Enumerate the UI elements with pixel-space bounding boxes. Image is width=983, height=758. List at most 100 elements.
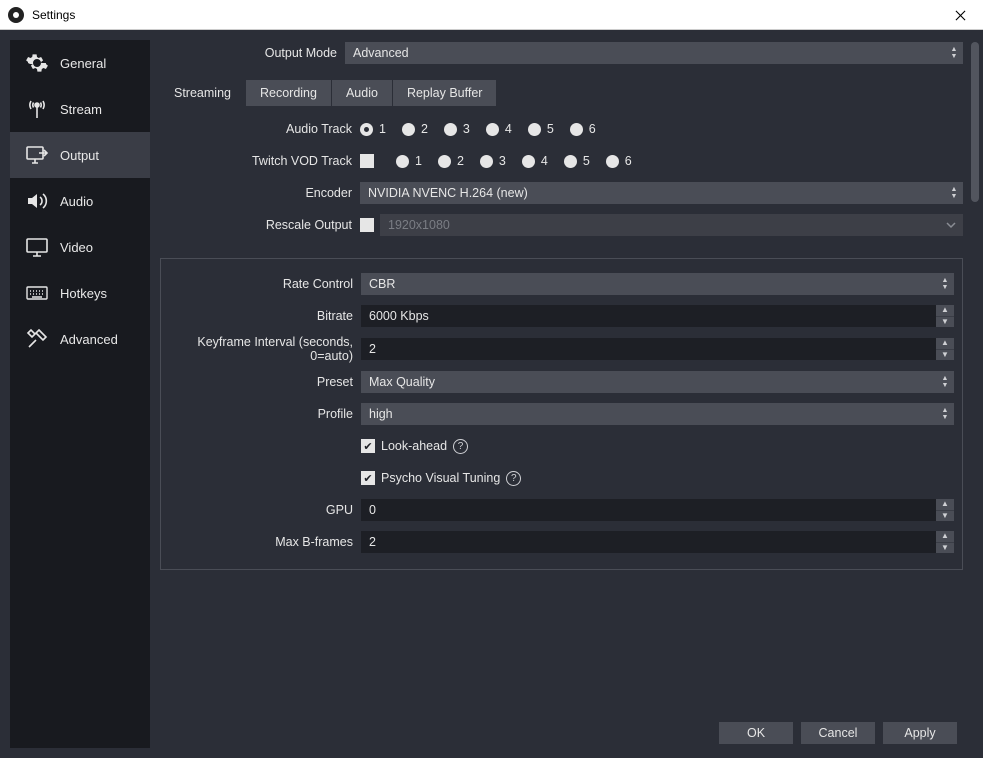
updown-icon: ▲▼ (936, 403, 954, 425)
spinner-icon[interactable]: ▲▼ (936, 305, 954, 327)
settings-content: Output Mode Advanced ▲▼ Streaming Record… (160, 40, 963, 748)
profile-select[interactable]: high ▲▼ (361, 403, 954, 425)
sidebar-item-output[interactable]: Output (10, 132, 150, 178)
bitrate-row: Bitrate 6000 Kbps ▲▼ (161, 303, 954, 329)
vod-track-enable-checkbox[interactable] (360, 154, 374, 168)
gpu-input[interactable]: 0 ▲▼ (361, 499, 954, 521)
bitrate-value: 6000 Kbps (369, 309, 429, 323)
encoder-label: Encoder (160, 186, 360, 200)
tab-audio[interactable]: Audio (332, 80, 392, 106)
cancel-button[interactable]: Cancel (801, 722, 875, 744)
vod-track-radio-4[interactable]: 4 (522, 154, 548, 168)
vertical-scrollbar[interactable] (971, 40, 979, 748)
bframes-row: Max B-frames 2 ▲▼ (161, 529, 954, 555)
rate-control-label: Rate Control (161, 277, 361, 291)
window-close-button[interactable] (937, 0, 983, 30)
tab-streaming[interactable]: Streaming (160, 80, 245, 106)
chevron-down-icon (945, 214, 957, 236)
encoder-select[interactable]: NVIDIA NVENC H.264 (new) ▲▼ (360, 182, 963, 204)
scrollbar-thumb[interactable] (971, 42, 979, 202)
help-icon[interactable]: ? (453, 439, 468, 454)
sidebar-item-video[interactable]: Video (10, 224, 150, 270)
updown-icon: ▲▼ (945, 42, 963, 64)
tab-recording[interactable]: Recording (246, 80, 331, 106)
bframes-value: 2 (369, 535, 376, 549)
output-mode-label: Output Mode (160, 46, 345, 60)
bframes-input[interactable]: 2 ▲▼ (361, 531, 954, 553)
sidebar-item-label: General (60, 56, 106, 71)
close-icon (955, 10, 966, 21)
rescale-row: Rescale Output 1920x1080 (160, 212, 963, 238)
audio-track-radio-6[interactable]: 6 (570, 122, 596, 136)
sidebar-item-hotkeys[interactable]: Hotkeys (10, 270, 150, 316)
vod-track-group: 1 2 3 4 5 6 (360, 154, 963, 168)
updown-icon: ▲▼ (945, 182, 963, 204)
sidebar-item-advanced[interactable]: Advanced (10, 316, 150, 362)
keyframe-value: 2 (369, 342, 376, 356)
monitor-arrow-icon (24, 142, 50, 168)
gpu-row: GPU 0 ▲▼ (161, 497, 954, 523)
spinner-icon[interactable]: ▲▼ (936, 531, 954, 553)
apply-button[interactable]: Apply (883, 722, 957, 744)
profile-label: Profile (161, 407, 361, 421)
obs-icon (8, 7, 24, 23)
keyframe-input[interactable]: 2 ▲▼ (361, 338, 954, 360)
vod-track-radio-3[interactable]: 3 (480, 154, 506, 168)
preset-value: Max Quality (369, 375, 435, 389)
tools-icon (24, 326, 50, 352)
sidebar-item-audio[interactable]: Audio (10, 178, 150, 224)
lookahead-checkbox[interactable]: ✔ (361, 439, 375, 453)
updown-icon: ▲▼ (936, 371, 954, 393)
psycho-row: ✔ Psycho Visual Tuning ? (161, 465, 954, 491)
vod-track-radio-6[interactable]: 6 (606, 154, 632, 168)
sidebar-item-label: Video (60, 240, 93, 255)
encoder-settings-panel: Rate Control CBR ▲▼ Bitrate 6000 (160, 258, 963, 570)
tab-replay-buffer[interactable]: Replay Buffer (393, 80, 497, 106)
rate-control-select[interactable]: CBR ▲▼ (361, 273, 954, 295)
lookahead-row: ✔ Look-ahead ? (161, 433, 954, 459)
preset-label: Preset (161, 375, 361, 389)
encoder-row: Encoder NVIDIA NVENC H.264 (new) ▲▼ (160, 180, 963, 206)
output-mode-select[interactable]: Advanced ▲▼ (345, 42, 963, 64)
psycho-label: Psycho Visual Tuning (381, 471, 500, 485)
audio-track-radios: 1 2 3 4 5 6 (360, 122, 963, 136)
vod-track-radio-2[interactable]: 2 (438, 154, 464, 168)
sidebar-item-label: Stream (60, 102, 102, 117)
sidebar-item-label: Advanced (60, 332, 118, 347)
spinner-icon[interactable]: ▲▼ (936, 338, 954, 360)
rescale-select[interactable]: 1920x1080 (380, 214, 963, 236)
radio-icon (396, 155, 409, 168)
help-icon[interactable]: ? (506, 471, 521, 486)
preset-select[interactable]: Max Quality ▲▼ (361, 371, 954, 393)
vod-track-radio-1[interactable]: 1 (396, 154, 422, 168)
rate-control-value: CBR (369, 277, 395, 291)
sidebar-item-general[interactable]: General (10, 40, 150, 86)
audio-track-radio-3[interactable]: 3 (444, 122, 470, 136)
encoder-value: NVIDIA NVENC H.264 (new) (368, 186, 528, 200)
audio-track-radio-5[interactable]: 5 (528, 122, 554, 136)
gpu-value: 0 (369, 503, 376, 517)
updown-icon: ▲▼ (936, 273, 954, 295)
ok-button[interactable]: OK (719, 722, 793, 744)
radio-icon (606, 155, 619, 168)
rescale-value: 1920x1080 (388, 218, 450, 232)
radio-icon (438, 155, 451, 168)
audio-track-radio-1[interactable]: 1 (360, 122, 386, 136)
settings-sidebar: General Stream Output Audio Video (10, 40, 150, 748)
bframes-label: Max B-frames (161, 535, 361, 549)
radio-icon (570, 123, 583, 136)
audio-track-radio-2[interactable]: 2 (402, 122, 428, 136)
audio-track-radio-4[interactable]: 4 (486, 122, 512, 136)
profile-value: high (369, 407, 393, 421)
sidebar-item-label: Audio (60, 194, 93, 209)
rate-control-row: Rate Control CBR ▲▼ (161, 271, 954, 297)
rescale-checkbox[interactable] (360, 218, 374, 232)
psycho-checkbox[interactable]: ✔ (361, 471, 375, 485)
vod-track-radio-5[interactable]: 5 (564, 154, 590, 168)
spinner-icon[interactable]: ▲▼ (936, 499, 954, 521)
sidebar-item-stream[interactable]: Stream (10, 86, 150, 132)
preset-row: Preset Max Quality ▲▼ (161, 369, 954, 395)
bitrate-input[interactable]: 6000 Kbps ▲▼ (361, 305, 954, 327)
keyframe-label: Keyframe Interval (seconds, 0=auto) (161, 335, 361, 363)
radio-icon (522, 155, 535, 168)
